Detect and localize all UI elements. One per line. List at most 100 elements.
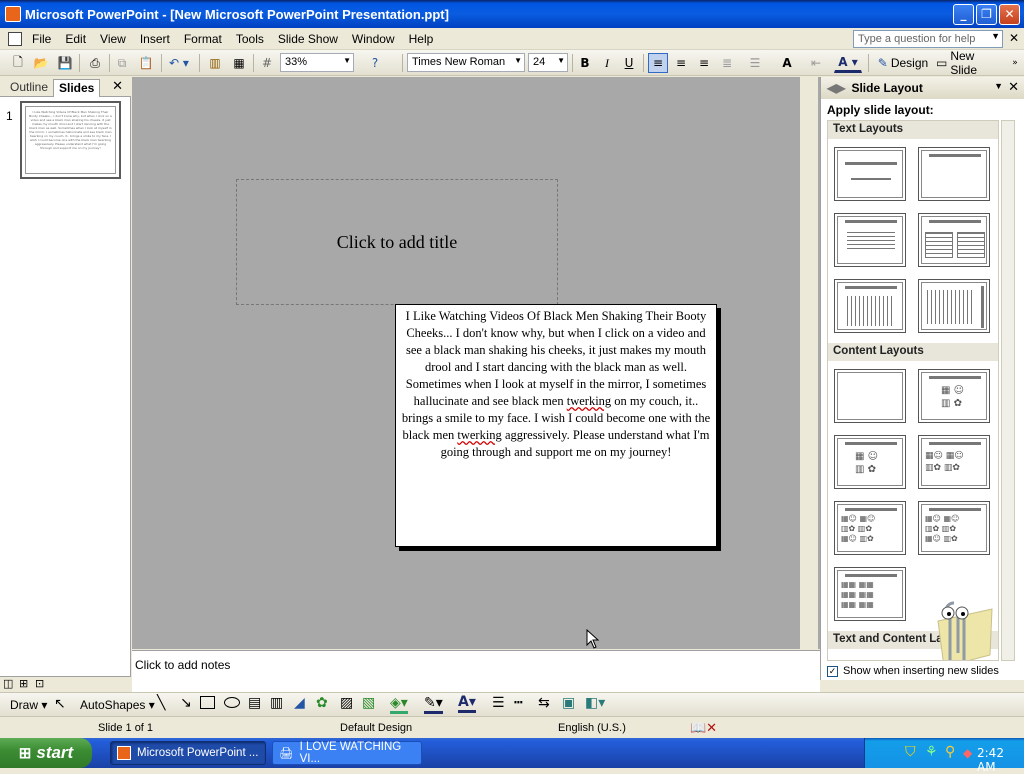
tab-slides[interactable]: Slides <box>53 79 101 97</box>
tab-outline[interactable]: Outline <box>5 79 53 97</box>
layout-title-two-content[interactable]: ▦☺ ▦☺ ▥✿ ▥✿ <box>918 435 990 489</box>
draw-menu[interactable]: Draw ▾ <box>10 698 47 712</box>
rectangle-icon[interactable] <box>200 696 215 709</box>
layout-gallery-scrollbar[interactable] <box>1001 120 1015 661</box>
zoom-combo[interactable]: 33% ▼ <box>280 53 354 72</box>
window-title-bar[interactable]: Microsoft PowerPoint - [New Microsoft Po… <box>0 0 1024 28</box>
grid-icon[interactable]: # <box>257 53 277 73</box>
chevron-down-icon[interactable]: ▼ <box>343 56 351 65</box>
menu-edit[interactable]: Edit <box>58 32 93 46</box>
close-document-icon[interactable]: ✕ <box>1009 31 1019 45</box>
chevron-down-icon[interactable]: ▼ <box>557 56 565 65</box>
layout-title-slide[interactable] <box>834 147 906 201</box>
menu-format[interactable]: Format <box>177 32 229 46</box>
undo-icon[interactable]: ↶ ▾ <box>165 53 193 73</box>
start-button[interactable]: ⊞ start <box>0 738 92 768</box>
line-style-icon[interactable]: ☰ <box>492 695 505 711</box>
toolbar-options-icon[interactable]: » <box>1008 53 1022 73</box>
menu-view[interactable]: View <box>93 32 133 46</box>
dash-style-icon[interactable]: ┅ <box>514 695 522 711</box>
picture-icon[interactable]: ▧ <box>362 695 375 711</box>
arrow-icon[interactable]: ↘ <box>180 695 192 711</box>
bullets-icon[interactable]: ☰ <box>745 53 765 73</box>
fill-color-icon[interactable]: ◈▾ <box>390 695 408 714</box>
office-assistant-clippy-icon[interactable] <box>924 591 994 661</box>
taskbar-button-window2[interactable]: 🖨 I LOVE WATCHING VI... <box>272 741 422 765</box>
layout-content[interactable]: ▦ ☺ ▥ ✿ <box>918 369 990 423</box>
slide-show-icon[interactable]: ⊡ <box>35 677 44 690</box>
layout-title-content-two[interactable]: ▦☺ ▦☺ ▥✿ ▥✿ ▦☺ ▥✿ <box>834 501 906 555</box>
decrease-indent-icon[interactable]: ⇤ <box>806 53 826 73</box>
open-folder-icon[interactable]: 📂 <box>30 53 52 73</box>
layout-title-two-content-over[interactable]: ▦☺ ▦☺ ▥✿ ▥✿ ▦☺ ▥✿ <box>918 501 990 555</box>
3d-style-icon[interactable]: ◧▾ <box>585 695 605 711</box>
new-file-icon[interactable]: 🗋 <box>8 53 28 73</box>
underline-button[interactable]: U <box>620 53 638 73</box>
design-button[interactable]: ✎ Design <box>874 53 932 73</box>
layout-title-content[interactable]: ▦ ☺ ▥ ✿ <box>834 435 906 489</box>
close-button[interactable]: ✕ <box>999 4 1020 25</box>
notes-pane[interactable]: Click to add notes <box>132 650 820 692</box>
chevron-down-icon[interactable]: ▼ <box>514 56 522 65</box>
menu-window[interactable]: Window <box>345 32 402 46</box>
show-when-inserting-checkbox[interactable]: ✓ Show when inserting new slides <box>827 665 999 677</box>
insert-table-icon[interactable]: ▦ <box>228 53 250 73</box>
checkbox-check-icon[interactable]: ✓ <box>827 665 838 677</box>
menu-tools[interactable]: Tools <box>229 32 271 46</box>
print-icon[interactable]: ⎙ <box>84 53 106 73</box>
font-color-icon[interactable]: A ▾ <box>834 53 862 73</box>
new-slide-button[interactable]: ▭ New Slide <box>935 49 1003 77</box>
search-icon[interactable]: ⚲ <box>945 744 955 760</box>
layout-title-four-content[interactable]: ▦▦ ▦▦ ▦▦ ▦▦ ▦▦ ▦▦ <box>834 567 906 621</box>
italic-button[interactable]: I <box>598 53 616 73</box>
text-box-icon[interactable]: ▤ <box>248 695 261 711</box>
slide-scrollbar[interactable] <box>800 77 818 649</box>
align-center-icon[interactable]: ≡ <box>671 53 691 73</box>
arrow-style-icon[interactable]: ⇆ <box>538 695 550 711</box>
back-arrow-icon[interactable]: ◀▶ <box>827 81 845 95</box>
layout-two-column-text[interactable] <box>918 213 990 267</box>
save-icon[interactable]: 💾 <box>54 53 76 73</box>
font-size-combo[interactable]: 24 ▼ <box>528 53 568 72</box>
autoshapes-menu[interactable]: AutoShapes ▾ <box>80 698 155 712</box>
layout-blank[interactable] <box>834 369 906 423</box>
justify-icon[interactable]: ≣ <box>717 53 737 73</box>
slide-text-box[interactable]: I Like Watching Videos Of Black Men Shak… <box>395 304 717 547</box>
ask-question-input[interactable]: Type a question for help ▼ <box>853 30 1003 48</box>
menu-insert[interactable]: Insert <box>133 32 177 46</box>
normal-view-icon[interactable]: ◫ <box>3 677 13 690</box>
minimize-button[interactable]: _ <box>953 4 974 25</box>
layout-vertical-title-text[interactable] <box>918 279 990 333</box>
align-left-icon[interactable]: ≡ <box>648 53 668 73</box>
insert-chart-icon[interactable]: ▥ <box>204 53 226 73</box>
diagram-icon[interactable]: ◢ <box>294 695 305 711</box>
slide-sorter-icon[interactable]: ⊞ <box>19 677 28 690</box>
network-icon[interactable]: ⚘ <box>925 744 938 760</box>
menu-help[interactable]: Help <box>402 32 441 46</box>
chevron-down-icon[interactable]: ▼ <box>991 31 1000 41</box>
spelling-status-icon[interactable]: 📖✕ <box>690 720 717 736</box>
select-arrow-icon[interactable]: ↖ <box>54 696 66 712</box>
close-pane-icon[interactable]: ✕ <box>112 79 123 94</box>
taskbar-button-powerpoint[interactable]: Microsoft PowerPoint ... <box>110 741 266 765</box>
slide-thumbnail[interactable]: I Like Watching Videos Of Black Men Shak… <box>20 101 121 179</box>
increase-font-icon[interactable]: A <box>776 53 798 73</box>
paste-icon[interactable]: 📋 <box>136 53 156 73</box>
security-shield-icon[interactable]: ⛉ <box>905 744 916 760</box>
powerpoint-app-icon[interactable] <box>5 6 21 22</box>
copy-icon[interactable]: ⧉ <box>112 53 132 73</box>
layout-vertical-text[interactable] <box>834 279 906 333</box>
clipart-icon[interactable]: ✿ <box>316 695 328 711</box>
alert-icon[interactable]: ◆ <box>963 746 972 760</box>
align-right-icon[interactable]: ≡ <box>694 53 714 73</box>
wordart-icon[interactable]: ▥ <box>270 695 283 711</box>
line-color-icon[interactable]: ✎▾ <box>424 695 443 714</box>
help-icon[interactable]: ? <box>364 53 386 73</box>
close-icon[interactable]: ✕ <box>1008 79 1019 95</box>
layout-title-only[interactable] <box>918 147 990 201</box>
oval-icon[interactable] <box>224 697 240 708</box>
clock[interactable]: 2:42 AM <box>977 746 1024 774</box>
font-color-draw-icon[interactable]: A▾ <box>458 694 476 713</box>
menu-file[interactable]: File <box>25 32 58 46</box>
title-placeholder[interactable]: Click to add title <box>236 179 558 305</box>
